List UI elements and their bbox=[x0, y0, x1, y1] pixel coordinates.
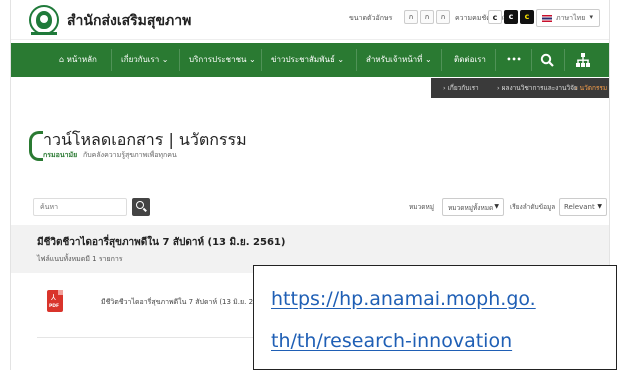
nav-item-label: บริการประชาชน bbox=[189, 55, 247, 64]
chevron-down-icon: ⌄ bbox=[249, 55, 256, 64]
category-value: หมวดหมู่ทั้งหมด bbox=[448, 204, 494, 212]
nav-divider bbox=[564, 49, 565, 71]
main-navigation: ⌂ หน้าหลัก เกี่ยวกับเรา ⌄ บริการประชาชน … bbox=[11, 43, 609, 77]
font-size-large-button[interactable]: ก bbox=[436, 10, 450, 24]
search-icon[interactable] bbox=[532, 43, 562, 77]
chevron-down-icon: ▼ bbox=[494, 203, 499, 210]
chevron-down-icon: ▾ bbox=[589, 13, 593, 21]
breadcrumb-item-research[interactable]: › ผลงานวิชาการและงานวิจัย bbox=[497, 83, 578, 93]
nav-item-label: ติดต่อเรา bbox=[454, 55, 486, 64]
url-annotation-box: https://hp.anamai.moph.go. th/th/researc… bbox=[253, 265, 617, 370]
page-subtitle: กับคลังความรู้สุขภาพเพื่อทุกคน bbox=[83, 151, 177, 159]
site-title[interactable]: สำนักส่งเสริมสุขภาพ bbox=[67, 10, 191, 32]
file-link[interactable]: มีชีวิตชีวาไดอารี่สุขภาพดีใน 7 สัปดาห์ (… bbox=[101, 297, 262, 308]
sitemap-icon[interactable] bbox=[566, 43, 600, 77]
thai-flag-icon bbox=[542, 15, 552, 22]
font-size-medium-button[interactable]: ก bbox=[420, 10, 434, 24]
nav-item-label: หน้าหลัก bbox=[66, 55, 97, 64]
nav-item-label: สำหรับเจ้าหน้าที่ bbox=[366, 55, 423, 64]
nav-item-label: ข่าวประชาสัมพันธ์ bbox=[271, 55, 335, 64]
nav-divider bbox=[356, 49, 357, 71]
home-icon: ⌂ bbox=[59, 55, 65, 64]
result-title[interactable]: มีชีวิตชีวาไดอารี่สุขภาพดีใน 7 สัปดาห์ (… bbox=[37, 235, 285, 250]
page-subtitle-brand: กรมอนามัย bbox=[43, 151, 78, 159]
breadcrumb: › เกี่ยวกับเรา › ผลงานวิชาการและงานวิจัย… bbox=[431, 78, 609, 98]
nav-divider bbox=[261, 49, 262, 71]
result-count: ไฟล์แนบทั้งหมดมี 1 รายการ bbox=[37, 255, 123, 263]
chevron-down-icon: ⌄ bbox=[425, 55, 432, 64]
nav-item-home[interactable]: ⌂ หน้าหลัก bbox=[59, 43, 97, 77]
breadcrumb-label: เกี่ยวกับเรา bbox=[447, 84, 479, 92]
nav-item-staff[interactable]: สำหรับเจ้าหน้าที่ ⌄ bbox=[366, 43, 432, 77]
breadcrumb-label: ผลงานวิชาการและงานวิจัย bbox=[501, 84, 578, 92]
heading-accent-mark bbox=[29, 131, 43, 161]
url-link-line-2[interactable]: th/th/research-innovation bbox=[271, 330, 512, 352]
category-label: หมวดหมู่ bbox=[409, 203, 435, 211]
site-header: สำนักส่งเสริมสุขภาพ ขนาดตัวอักษร ก ก ก ค… bbox=[11, 0, 609, 40]
nav-item-public-services[interactable]: บริการประชาชน ⌄ bbox=[189, 43, 256, 77]
chevron-down-icon: ⌄ bbox=[337, 55, 345, 64]
breadcrumb-label: นวัตกรรม bbox=[579, 84, 608, 92]
nav-item-label: เกี่ยวกับเรา bbox=[121, 55, 160, 64]
pdf-file-icon[interactable]: ⅄ PDF bbox=[47, 290, 63, 312]
chevron-down-icon: ⌄ bbox=[161, 55, 169, 64]
nav-divider bbox=[111, 49, 112, 71]
sort-value: Relevant bbox=[564, 203, 595, 211]
sort-select[interactable]: Relevant ▼ bbox=[559, 198, 607, 216]
acrobat-icon: ⅄ bbox=[51, 293, 56, 302]
nav-divider bbox=[495, 49, 496, 71]
department-logo-icon[interactable] bbox=[29, 5, 59, 35]
language-select[interactable]: ภาษาไทย ▾ bbox=[536, 9, 600, 27]
nav-item-news[interactable]: ข่าวประชาสัมพันธ์ ⌄ bbox=[271, 43, 344, 77]
language-value: ภาษาไทย bbox=[556, 14, 586, 22]
search-input[interactable] bbox=[33, 198, 127, 216]
sort-label: เรียงลำดับข้อมูล bbox=[510, 203, 556, 211]
nav-divider bbox=[179, 49, 180, 71]
more-menu-icon[interactable]: ••• bbox=[497, 43, 531, 77]
nav-item-about[interactable]: เกี่ยวกับเรา ⌄ bbox=[121, 43, 168, 77]
chevron-down-icon: ▼ bbox=[597, 203, 602, 210]
contrast-yellow-button[interactable]: c bbox=[520, 10, 534, 24]
pdf-label: PDF bbox=[49, 304, 60, 309]
url-link-line-1[interactable]: https://hp.anamai.moph.go. bbox=[271, 288, 536, 310]
contrast-dark-button[interactable]: c bbox=[504, 10, 518, 24]
search-button[interactable] bbox=[132, 198, 150, 216]
breadcrumb-item-about[interactable]: › เกี่ยวกับเรา bbox=[443, 83, 479, 93]
font-size-small-button[interactable]: ก bbox=[404, 10, 418, 24]
font-size-label: ขนาดตัวอักษร bbox=[349, 14, 393, 22]
contrast-normal-button[interactable]: c bbox=[488, 10, 502, 24]
category-select[interactable]: หมวดหมู่ทั้งหมด ▼ bbox=[442, 198, 504, 216]
nav-item-contact[interactable]: ติดต่อเรา bbox=[454, 43, 486, 77]
logo-ribbon bbox=[31, 32, 57, 35]
nav-divider bbox=[441, 49, 442, 71]
breadcrumb-item-innovation: › นวัตกรรม bbox=[575, 84, 608, 92]
